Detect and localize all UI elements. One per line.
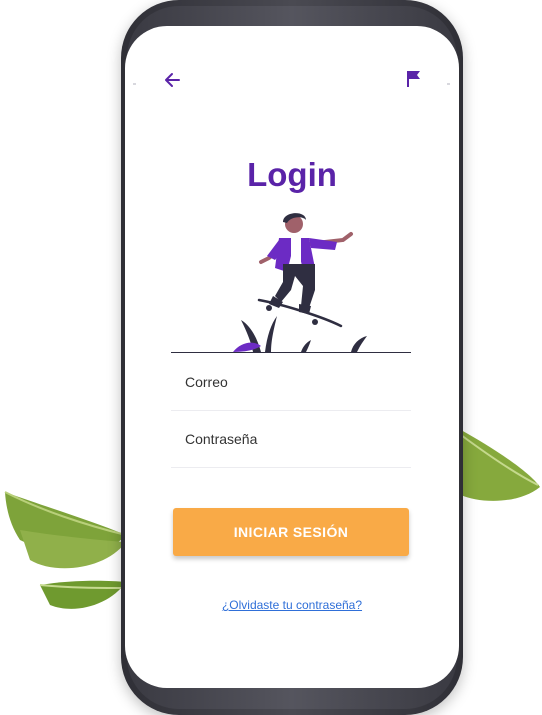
page-title: Login xyxy=(247,156,337,193)
left-leaf-decoration xyxy=(4,491,127,609)
email-field xyxy=(171,354,411,411)
status-dot-right xyxy=(447,83,450,85)
flag-icon[interactable] xyxy=(406,70,422,88)
password-input[interactable] xyxy=(171,411,411,467)
forgot-password-link[interactable]: ¿Olvidaste tu contraseña? xyxy=(125,598,459,612)
login-screen: Login INICIAR SESIÓN ¿Ol xyxy=(125,26,459,688)
email-input[interactable] xyxy=(171,354,411,410)
arrow-left-icon[interactable] xyxy=(163,70,183,90)
login-button[interactable]: INICIAR SESIÓN xyxy=(173,508,409,556)
status-dot-left xyxy=(133,83,136,85)
ground-line xyxy=(171,352,411,353)
password-field xyxy=(171,411,411,468)
right-leaf-decoration xyxy=(460,430,540,501)
skateboarder-illustration xyxy=(233,213,367,352)
